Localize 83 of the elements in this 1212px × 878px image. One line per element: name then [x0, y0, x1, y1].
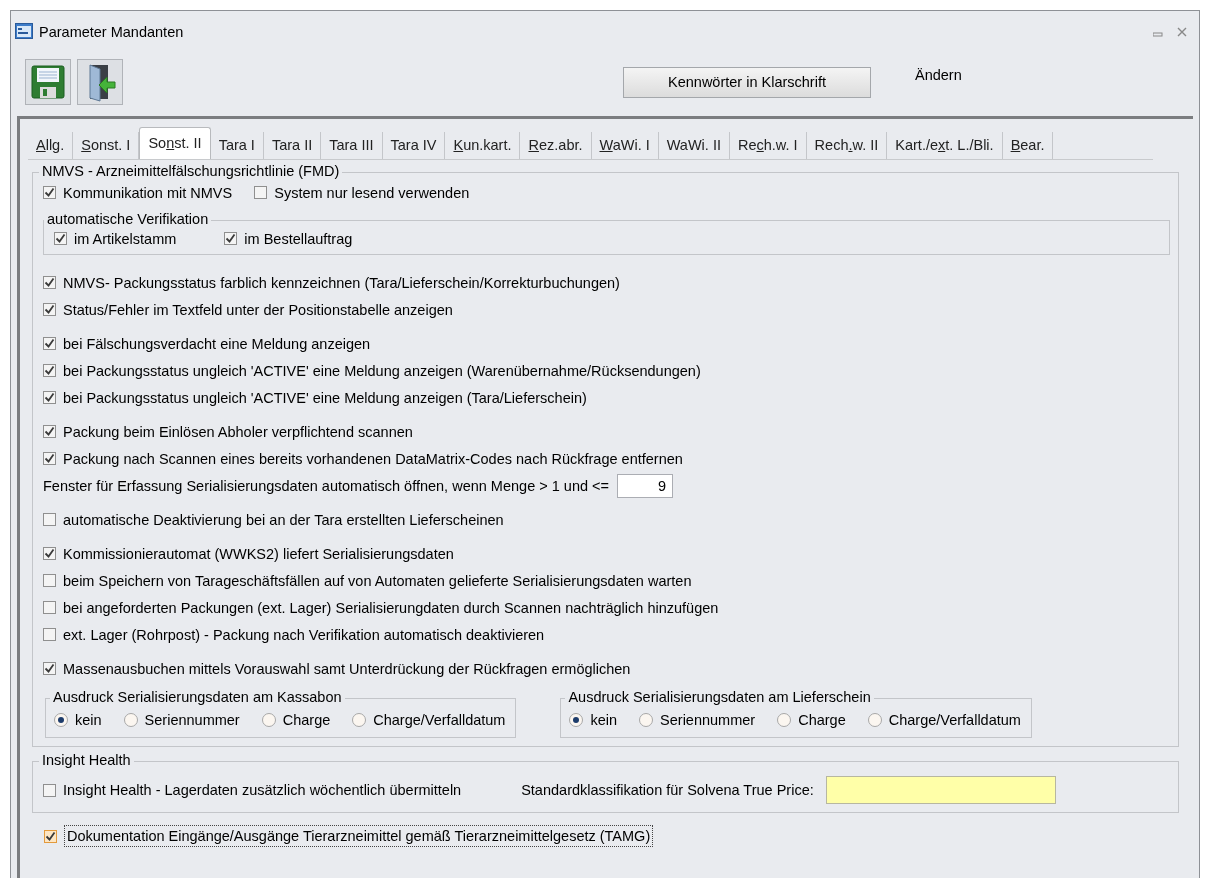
checkbox[interactable]	[43, 337, 56, 350]
radio-button[interactable]	[639, 713, 654, 727]
tab[interactable]: Rech.w. I	[729, 132, 807, 159]
radio-label[interactable]: Seriennummer	[660, 712, 756, 728]
checkbox-label[interactable]: bei Packungsstatus ungleich 'ACTIVE' eine Meldung anzeigen (Tara/Lieferschein)	[63, 389, 587, 406]
tab[interactable]: Bear.	[1002, 132, 1054, 159]
checkbox[interactable]	[224, 232, 238, 245]
group-title: NMVS - Arzneimittelfälschungsrichtlinie (FMD)	[39, 163, 343, 179]
checkbox[interactable]	[44, 829, 57, 843]
tab[interactable]: Tara IV	[382, 132, 446, 159]
radio-button[interactable]	[54, 713, 68, 727]
window-icon	[15, 22, 33, 42]
checkbox[interactable]	[43, 186, 56, 199]
number-field[interactable]: 9	[617, 473, 673, 498]
radio-button[interactable]	[261, 713, 276, 727]
checkbox[interactable]	[43, 662, 56, 675]
group-title: automatische Verifikation	[44, 211, 212, 227]
checkbox-label[interactable]: im Bestellauftrag	[244, 230, 353, 247]
exit-door-button[interactable]	[77, 59, 123, 105]
tab[interactable]: Allg.	[28, 132, 74, 159]
radio-label[interactable]: kein	[75, 712, 102, 728]
tab[interactable]: Rez.abr.	[520, 132, 592, 159]
checkbox-label[interactable]: bei Packungsstatus ungleich 'ACTIVE' eine Meldung anzeigen (Warenübernahme/Rücksendungen)	[63, 362, 701, 379]
mode-label: Ändern	[915, 67, 962, 83]
tab[interactable]: Tara I	[210, 132, 264, 159]
tab[interactable]: WaWi. II	[658, 132, 730, 159]
checkbox-label[interactable]: beim Speichern von Tarageschäftsfällen auf von Automaten gelieferte Serialisierungsdaten warten	[63, 572, 692, 589]
radio-label[interactable]: Charge	[282, 712, 331, 728]
window-title: Parameter Mandanten	[39, 24, 185, 40]
checkbox[interactable]	[43, 783, 56, 797]
checkbox[interactable]	[43, 601, 56, 614]
checkbox-label[interactable]: Packung nach Scannen eines bereits vorhandenen DataMatrix-Codes nach Rückfrage entfernen	[63, 450, 683, 467]
checkbox-label[interactable]: NMVS- Packungsstatus farblich kennzeichnen (Tara/Lieferschein/Korrekturbuchungen)	[63, 274, 620, 291]
checkbox[interactable]	[254, 186, 268, 199]
radio-label[interactable]: Charge/Verfalldatum	[373, 712, 506, 728]
checkbox-label[interactable]: ext. Lager (Rohrpost) - Packung nach Verifikation automatisch deaktivieren	[63, 626, 545, 643]
tab[interactable]: Kart./ext. L./Bli.	[887, 132, 1003, 159]
checkbox-label[interactable]: Massenausbuchen mittels Vorauswahl samt Unterdrückung der Rückfragen ermöglichen	[63, 660, 631, 677]
checkbox[interactable]	[43, 391, 56, 404]
checkbox-label[interactable]: Dokumentation Eingänge/Ausgänge Tierarzneimittel gemäß Tierarzneimittelgesetz (TAMG)	[64, 825, 654, 847]
checkbox[interactable]	[54, 232, 67, 245]
radio-label[interactable]: Charge	[798, 712, 846, 728]
tab[interactable]: Sonst. II	[139, 127, 211, 159]
checkbox-label[interactable]: im Artikelstamm	[74, 230, 177, 247]
radio-button[interactable]	[123, 713, 138, 727]
checkbox-label[interactable]: automatische Deaktivierung bei an der Tara erstellten Lieferscheinen	[63, 511, 504, 528]
checkbox[interactable]	[43, 452, 56, 465]
classification-field[interactable]	[825, 776, 1056, 804]
field-label: Standardklassifikation für Solvena True Price:	[521, 782, 814, 798]
checkbox[interactable]	[43, 513, 56, 526]
checkbox[interactable]	[43, 574, 56, 587]
checkbox-label[interactable]: Packung beim Einlösen Abholer verpflichtend scannen	[63, 423, 413, 440]
radio-button[interactable]	[352, 713, 367, 727]
checkbox[interactable]	[43, 628, 56, 641]
group-title: Ausdruck Serialisierungsdaten am Lieferschein	[565, 689, 874, 705]
checkbox-label[interactable]: Status/Fehler im Textfeld unter der Positionstabelle anzeigen	[63, 301, 453, 318]
tab[interactable]: Rech.w. II	[806, 132, 888, 159]
radio-button[interactable]	[569, 713, 584, 727]
checkbox[interactable]	[43, 276, 56, 289]
tab[interactable]: Kun.kart.	[445, 132, 521, 159]
save-button[interactable]	[25, 59, 71, 105]
checkbox-label[interactable]: bei angeforderten Packungen (ext. Lager) Serialisierungdaten durch Scannen nachträglich hinzufügen	[63, 599, 719, 616]
checkbox[interactable]	[43, 303, 56, 316]
checkbox[interactable]	[43, 425, 56, 438]
tab[interactable]: Tara II	[263, 132, 322, 159]
checkbox-label[interactable]: Insight Health - Lagerdaten zusätzlich wöchentlich übermitteln	[63, 782, 462, 798]
radio-button[interactable]	[867, 713, 882, 727]
field-label: Fenster für Erfassung Serialisierungsdaten automatisch öffnen, wenn Menge > 1 und <=	[43, 477, 609, 494]
checkbox-label[interactable]: System nur lesend verwenden	[274, 184, 470, 201]
checkbox-label[interactable]: Kommunikation mit NMVS	[63, 184, 233, 201]
tab[interactable]: Tara III	[321, 132, 383, 159]
tab[interactable]: WaWi. I	[591, 132, 659, 159]
checkbox[interactable]	[43, 364, 56, 377]
group-title: Insight Health	[39, 752, 134, 768]
password-button[interactable]: Kennwörter in Klarschrift	[623, 66, 871, 98]
checkbox-label[interactable]: bei Fälschungsverdacht eine Meldung anzeigen	[63, 335, 371, 352]
group-title: Ausdruck Serialisierungsdaten am Kassabon	[50, 689, 345, 705]
radio-label[interactable]: Seriennummer	[144, 712, 240, 728]
checkbox-label[interactable]: Kommissionierautomat (WWKS2) liefert Serialisierungsdaten	[63, 545, 454, 562]
radio-button[interactable]	[777, 713, 792, 727]
radio-label[interactable]: kein	[590, 712, 618, 728]
radio-label[interactable]: Charge/Verfalldatum	[888, 712, 1021, 728]
checkbox[interactable]	[43, 547, 56, 560]
